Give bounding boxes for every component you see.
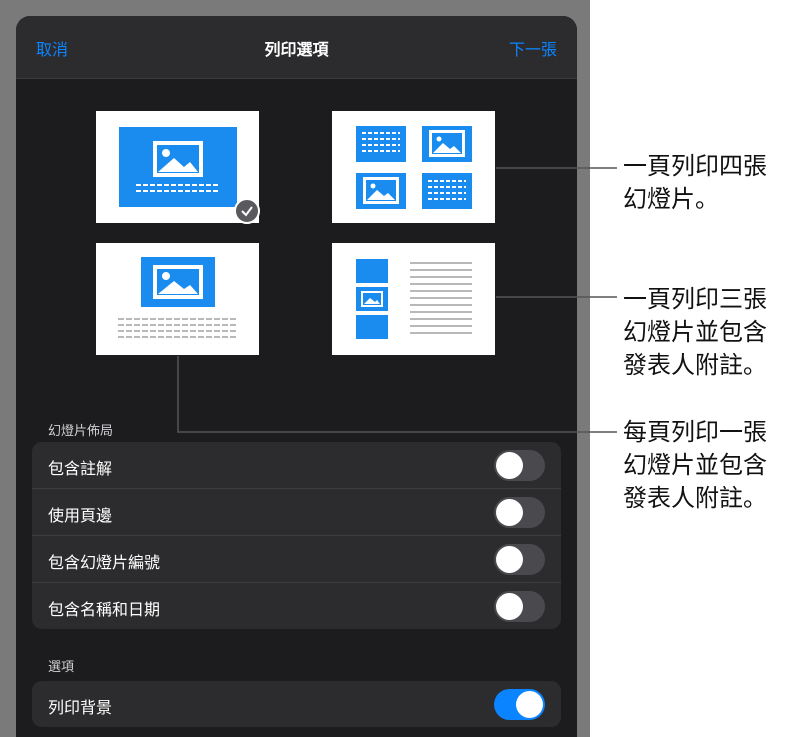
callout-line: 幻燈片並包含 — [623, 318, 767, 346]
callout-line: 一頁列印四張 — [623, 152, 767, 180]
callout-one-with-notes: 每頁列印一張 幻燈片並包含 發表人附註。 — [623, 416, 767, 515]
callout-line: 幻燈片並包含 — [623, 451, 767, 479]
callout-four-per-page: 一頁列印四張 幻燈片。 — [623, 150, 767, 216]
callout-line: 一頁列印三張 — [623, 285, 767, 313]
callout-line: 每頁列印一張 — [623, 418, 767, 446]
callout-line: 發表人附註。 — [623, 484, 767, 512]
callout-line: 發表人附註。 — [623, 351, 767, 379]
callout-line: 幻燈片。 — [623, 185, 719, 213]
callout-three-with-notes: 一頁列印三張 幻燈片並包含 發表人附註。 — [623, 283, 767, 382]
